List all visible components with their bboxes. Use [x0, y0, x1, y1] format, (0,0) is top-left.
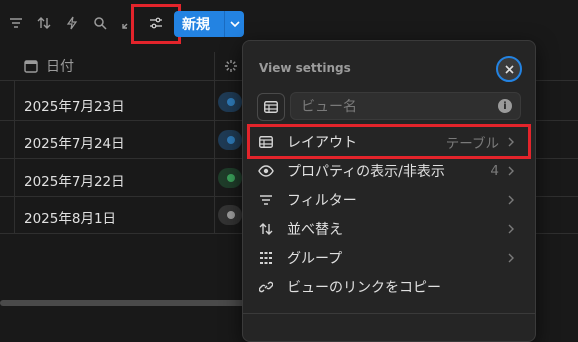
view-name-input[interactable]: [299, 97, 493, 117]
menu-item-value: 4: [490, 162, 499, 179]
menu-item-properties[interactable]: プロパティの表示/非表示 4: [251, 156, 527, 185]
panel-title: View settings: [259, 61, 351, 75]
status-badge[interactable]: [218, 130, 242, 150]
status-badge[interactable]: [218, 168, 242, 188]
layout-highlight: [247, 124, 531, 159]
new-button-label: 新規: [182, 17, 210, 33]
chevron-right-icon: [507, 166, 521, 176]
link-icon: [253, 280, 279, 294]
row-date: 2025年7月22日: [24, 174, 125, 190]
divider: [243, 313, 535, 314]
status-column-header[interactable]: [224, 52, 238, 80]
search-icon[interactable]: [91, 14, 109, 32]
table-icon: [264, 101, 278, 113]
menu-item-label: フィルター: [287, 192, 357, 209]
chevron-right-icon: [507, 195, 521, 205]
group-icon: [253, 251, 279, 265]
view-name-field[interactable]: i: [290, 92, 521, 120]
menu-item-group[interactable]: グループ: [251, 243, 527, 272]
menu-item-copy-link[interactable]: ビューのリンクをコピー: [251, 272, 527, 301]
sort-icon: [253, 222, 279, 236]
status-badge[interactable]: [218, 205, 242, 225]
row-date: 2025年7月24日: [24, 136, 125, 152]
calendar-icon: [24, 59, 38, 73]
info-icon[interactable]: i: [498, 99, 512, 113]
eye-icon: [253, 164, 279, 177]
menu-item-label: ビューのリンクをコピー: [287, 279, 441, 296]
row-date: 2025年8月1日: [24, 211, 117, 227]
close-icon: [504, 64, 514, 74]
status-icon: [224, 59, 238, 73]
view-icon-button[interactable]: [257, 93, 285, 121]
menu-item-filter[interactable]: フィルター: [251, 185, 527, 214]
date-header-label: 日付: [46, 59, 74, 75]
menu-item-label: プロパティの表示/非表示: [287, 163, 445, 180]
menu-item-label: グループ: [287, 250, 343, 267]
status-badge[interactable]: [218, 92, 242, 112]
row-date: 2025年7月23日: [24, 99, 125, 115]
new-button[interactable]: 新規: [174, 11, 244, 37]
menu-item-label: 並べ替え: [287, 221, 343, 238]
menu-item-sort[interactable]: 並べ替え: [251, 214, 527, 243]
filter-icon[interactable]: [7, 14, 25, 32]
horizontal-scrollbar[interactable]: [0, 300, 250, 306]
close-button[interactable]: [496, 56, 522, 82]
view-settings-panel: View settings i レイアウト テーブル プロパティの表示/非表示 …: [242, 40, 536, 342]
chevron-down-icon[interactable]: [225, 18, 244, 30]
chevron-right-icon: [507, 253, 521, 263]
sort-icon[interactable]: [35, 14, 53, 32]
filter-icon: [253, 194, 279, 206]
lightning-icon[interactable]: [63, 14, 81, 32]
date-column-header[interactable]: 日付: [24, 52, 74, 80]
chevron-right-icon: [507, 224, 521, 234]
